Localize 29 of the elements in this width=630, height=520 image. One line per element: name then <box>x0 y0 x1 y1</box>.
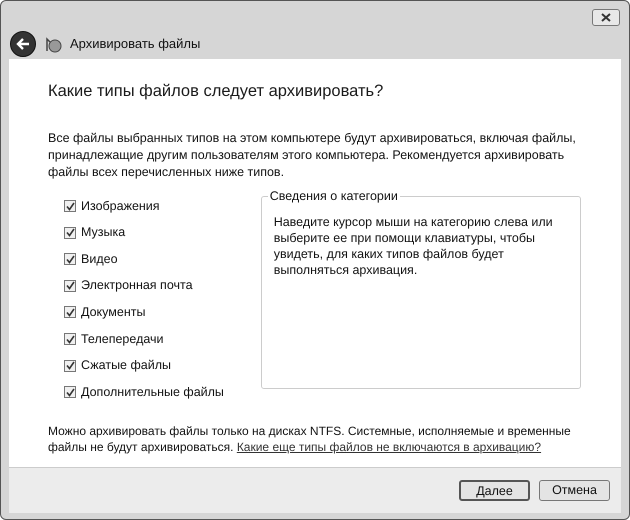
close-button[interactable] <box>592 9 620 26</box>
category-checkbox[interactable]: Документы <box>64 299 261 326</box>
category-checkbox[interactable]: Сжатые файлы <box>64 352 261 379</box>
back-button[interactable] <box>10 31 36 57</box>
note-text: Можно архивировать файлы только на дисках NTFS. Системные, исполняемые и временные файлы не будут архивироваться. Какие еще типы файлов не включаются в архивацию? <box>48 422 572 454</box>
category-checkbox[interactable]: Музыка <box>64 219 261 246</box>
checkbox[interactable] <box>64 226 76 239</box>
category-checkbox[interactable]: Телепередачи <box>64 326 261 352</box>
window-title: Архивировать файлы <box>70 35 200 54</box>
category-checkbox[interactable]: Видео <box>64 246 261 273</box>
excluded-types-link[interactable]: Какие еще типы файлов не включаются в архивацию? <box>236 440 542 454</box>
intro-text: Все файлы выбранных типов на этом компьютере будут архивироваться, включая файлы, принадлежащие другим пользователям этого компьютера. Рекомендуется архивировать файлы всех перечисленных ниже типов. <box>48 130 577 181</box>
checkbox[interactable] <box>64 253 76 266</box>
back-arrow-icon <box>16 38 30 50</box>
dialog-button[interactable]: Далее <box>459 480 530 501</box>
checkbox[interactable] <box>64 360 76 372</box>
checkbox[interactable] <box>64 306 76 318</box>
checkbox[interactable] <box>64 280 76 292</box>
page-heading: Какие типы файлов следует архивировать? <box>48 81 384 102</box>
details-text: Наведите курсор мыши на категорию слева или выберите ее при помощи клавиатуры, чтобы увидеть, для каких типов файлов будет выполняться архивация. <box>274 214 554 278</box>
checkbox[interactable] <box>64 386 76 398</box>
category-checkbox[interactable]: Изображения <box>64 192 261 220</box>
category-checkbox[interactable]: Электронная почта <box>64 272 261 300</box>
backup-icon <box>44 35 62 53</box>
dialog-button[interactable]: Отмена <box>539 480 610 501</box>
category-checkbox[interactable]: Дополнительные файлы <box>64 378 261 406</box>
checkbox[interactable] <box>64 200 76 212</box>
close-icon <box>601 13 611 22</box>
checkbox[interactable] <box>64 333 76 346</box>
